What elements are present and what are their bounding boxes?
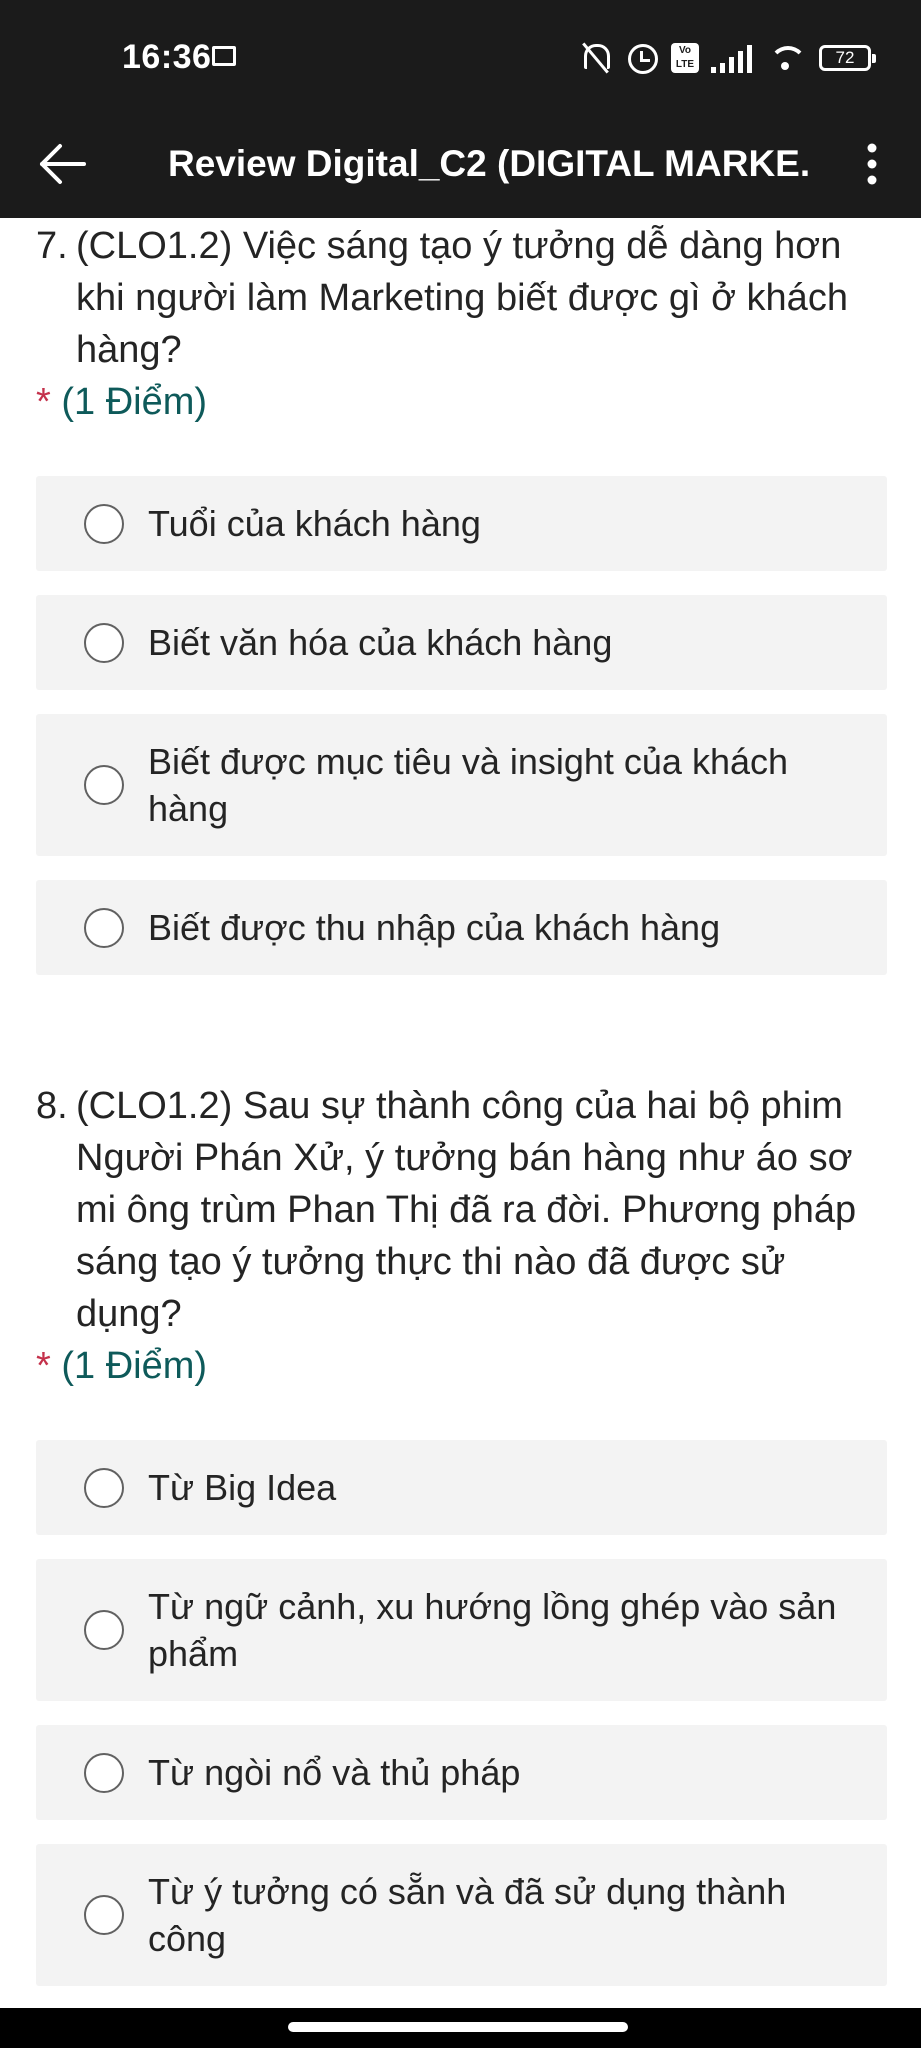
radio-button[interactable] xyxy=(84,907,124,948)
option-item[interactable]: Từ Big Idea xyxy=(36,1440,887,1535)
question-label: (CLO1.2) Việc sáng tạo ý tưởng dễ dàng h… xyxy=(76,225,848,371)
back-button[interactable] xyxy=(30,132,94,196)
more-options-button[interactable] xyxy=(849,132,895,196)
volte-icon: Vo LTE xyxy=(671,43,699,73)
question-text: 8. (CLO1.2) Sau sự thành công của hai bộ… xyxy=(36,1080,886,1340)
option-item[interactable]: Biết được thu nhập của khách hàng xyxy=(36,880,887,975)
status-time: 16:36 xyxy=(122,38,212,76)
more-vertical-icon xyxy=(867,143,877,185)
mute-icon xyxy=(579,41,613,75)
app-bar: Review Digital_C2 (DIGITAL MARKE... xyxy=(0,110,921,218)
question-number: 8. xyxy=(36,1085,68,1127)
radio-button[interactable] xyxy=(84,1752,124,1793)
option-label: Từ ngữ cảnh, xu hướng lồng ghép vào sản … xyxy=(148,1586,837,1674)
wifi-icon xyxy=(767,42,807,74)
radio-button[interactable] xyxy=(84,622,124,663)
form-content[interactable]: 7. (CLO1.2) Việc sáng tạo ý tưởng dễ dàn… xyxy=(0,218,921,2008)
question-points: * (1 Điểm) xyxy=(36,1340,886,1392)
radio-button[interactable] xyxy=(84,765,124,805)
option-item[interactable]: Biết được mục tiêu và insight của khách … xyxy=(36,714,887,856)
status-icons: Vo LTE 72 xyxy=(579,38,876,78)
required-mark: * xyxy=(36,1345,51,1387)
option-item[interactable]: Từ ý tưởng có sẵn và đã sử dụng thành cô… xyxy=(36,1844,887,1986)
question-points: * (1 Điểm) xyxy=(36,376,886,428)
radio-button[interactable] xyxy=(84,1610,124,1650)
status-bar: 16:36 Vo LTE 72 xyxy=(0,0,921,110)
option-label: Từ ý tưởng có sẵn và đã sử dụng thành cô… xyxy=(148,1871,787,1959)
option-item[interactable]: Biết văn hóa của khách hàng xyxy=(36,595,887,690)
question-8: 8. (CLO1.2) Sau sự thành công của hai bộ… xyxy=(36,1080,887,2008)
points-label: (1 Điểm) xyxy=(61,1345,208,1387)
option-item[interactable]: Từ ngữ cảnh, xu hướng lồng ghép vào sản … xyxy=(36,1559,887,1701)
options-list: Tuổi của khách hàng Biết văn hóa của khá… xyxy=(36,476,887,975)
navigation-bar xyxy=(0,2008,921,2048)
option-label: Biết được mục tiêu và insight của khách … xyxy=(148,741,789,829)
option-label: Biết văn hóa của khách hàng xyxy=(148,622,613,663)
option-item[interactable]: Từ ngòi nổ và thủ pháp xyxy=(36,1725,887,1820)
question-text: 7. (CLO1.2) Việc sáng tạo ý tưởng dễ dàn… xyxy=(36,220,886,376)
signal-icon xyxy=(711,43,755,73)
home-gesture-handle[interactable] xyxy=(288,2022,628,2032)
option-label: Tuổi của khách hàng xyxy=(148,503,481,544)
radio-button[interactable] xyxy=(84,503,124,544)
question-number: 7. xyxy=(36,225,68,267)
question-label: (CLO1.2) Sau sự thành công của hai bộ ph… xyxy=(76,1085,857,1335)
required-mark: * xyxy=(36,381,51,423)
option-label: Từ Big Idea xyxy=(148,1467,337,1508)
alarm-icon xyxy=(625,41,659,75)
page-title: Review Digital_C2 (DIGITAL MARKE... xyxy=(168,143,808,184)
radio-button[interactable] xyxy=(84,1895,124,1935)
option-label: Biết được thu nhập của khách hàng xyxy=(148,907,721,948)
question-7: 7. (CLO1.2) Việc sáng tạo ý tưởng dễ dàn… xyxy=(36,220,887,999)
option-label: Từ ngòi nổ và thủ pháp xyxy=(148,1752,521,1793)
option-item[interactable]: Tuổi của khách hàng xyxy=(36,476,887,571)
options-list: Từ Big Idea Từ ngữ cảnh, xu hướng lồng g… xyxy=(36,1440,887,1986)
battery-icon: 72 xyxy=(819,45,876,71)
points-label: (1 Điểm) xyxy=(61,381,208,423)
message-notification-icon xyxy=(212,46,236,66)
radio-button[interactable] xyxy=(84,1467,124,1508)
arrow-left-icon xyxy=(40,144,86,184)
